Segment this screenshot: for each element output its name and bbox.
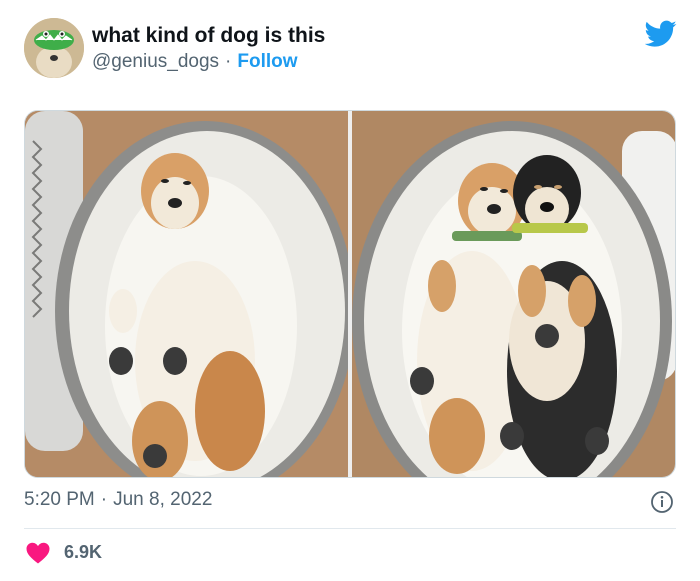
user-handle[interactable]: @genius_dogs — [92, 51, 219, 72]
photo-right[interactable] — [352, 111, 675, 477]
tweet-time: 5:20 PM — [24, 489, 95, 510]
media-grid — [24, 110, 676, 478]
like-count[interactable]: 6.9K — [64, 542, 102, 563]
twitter-bird-icon[interactable] — [644, 20, 677, 48]
display-name[interactable]: what kind of dog is this — [92, 24, 325, 48]
heart-icon[interactable] — [26, 542, 50, 564]
tweet-card: what kind of dog is this @genius_dogs · Fo… — [0, 0, 700, 581]
divider — [24, 528, 676, 529]
follow-link[interactable]: Follow — [237, 51, 297, 72]
info-icon[interactable] — [650, 490, 674, 514]
photo-left[interactable] — [25, 111, 348, 477]
avatar[interactable] — [24, 18, 84, 78]
tweet-timestamp[interactable]: 5:20 PM · Jun 8, 2022 — [24, 489, 212, 511]
handle-row: @genius_dogs · Follow — [92, 51, 298, 73]
tweet-date: Jun 8, 2022 — [113, 489, 213, 510]
separator: · — [225, 51, 232, 72]
separator: · — [100, 489, 108, 510]
